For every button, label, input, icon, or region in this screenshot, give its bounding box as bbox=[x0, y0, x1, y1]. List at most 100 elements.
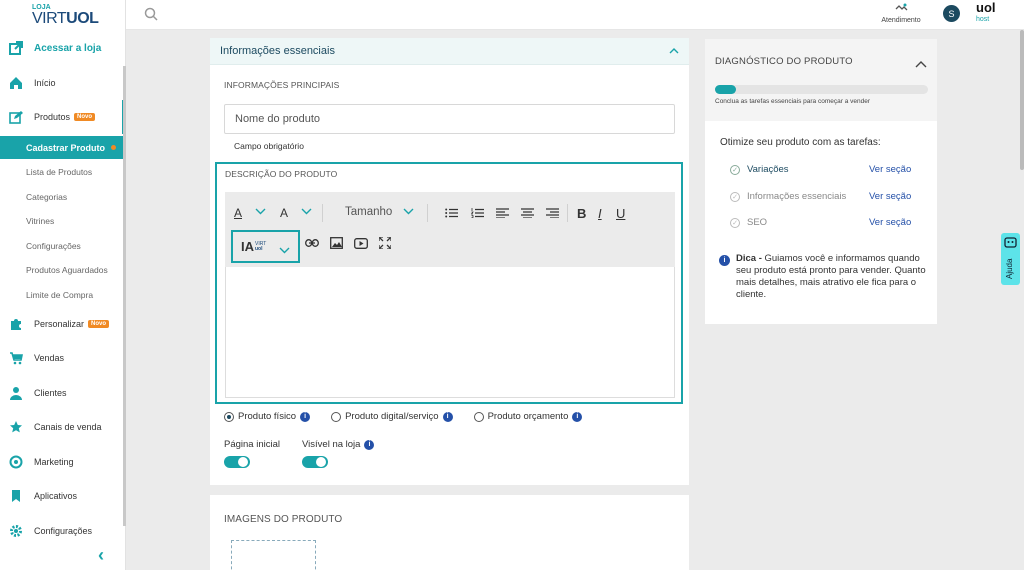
sub-item-label: Cadastrar Produto bbox=[26, 142, 106, 153]
product-images-card: IMAGENS DO PRODUTO bbox=[210, 495, 689, 570]
user-icon bbox=[8, 385, 24, 401]
edit-icon bbox=[8, 109, 24, 125]
description-text-area[interactable] bbox=[225, 267, 675, 398]
visible-store-toggle-label: Visível na loja i bbox=[302, 439, 375, 450]
diagnostic-progress-bar bbox=[715, 85, 928, 94]
homepage-toggle[interactable] bbox=[224, 456, 250, 468]
sidebar-item-vendas[interactable]: Vendas bbox=[0, 341, 125, 375]
sidebar-item-marketing[interactable]: Marketing bbox=[0, 445, 125, 479]
required-field-hint: Campo obrigatório bbox=[234, 141, 304, 151]
access-store-link[interactable]: Acessar a loja bbox=[0, 31, 125, 65]
view-section-link[interactable]: Ver seção bbox=[869, 191, 911, 202]
sidebar-item-aplicativos[interactable]: Aplicativos bbox=[0, 479, 125, 513]
italic-icon[interactable]: I bbox=[598, 206, 602, 221]
product-type-options: Produto físico i Produto digital/serviço i… bbox=[224, 411, 583, 422]
radio-icon bbox=[224, 411, 234, 422]
ai-assistant-button[interactable]: IA VIRT uol bbox=[231, 230, 300, 263]
video-icon[interactable] bbox=[354, 238, 368, 249]
ai-logo-icon: VIRT uol bbox=[255, 240, 267, 252]
sidebar-sub-limite-compra[interactable]: Limite de Compra bbox=[26, 290, 93, 300]
bookmark-icon bbox=[8, 488, 24, 504]
sidebar-scrollbar[interactable] bbox=[123, 66, 126, 526]
radio-quote-product[interactable]: Produto orçamento i bbox=[473, 411, 583, 422]
chevron-up-icon[interactable] bbox=[915, 57, 927, 71]
sidebar-sub-produtos-aguardados[interactable]: Produtos Aguardados bbox=[26, 265, 108, 275]
info-icon[interactable]: i bbox=[364, 439, 375, 450]
search-icon[interactable] bbox=[144, 7, 158, 24]
logo-brand: VIRTUOL bbox=[32, 10, 99, 27]
page-scrollbar[interactable] bbox=[1020, 30, 1024, 170]
sidebar-sub-cadastrar-produto[interactable]: Cadastrar Produto bbox=[0, 136, 125, 159]
background-color-button[interactable]: A bbox=[280, 206, 288, 220]
essential-info-header[interactable]: Informações essenciais bbox=[210, 38, 689, 65]
check-icon: ✓ bbox=[730, 217, 740, 228]
collapse-sidebar-button[interactable]: ‹ bbox=[98, 545, 114, 565]
link-icon[interactable] bbox=[305, 239, 319, 247]
ai-chevron-down-icon[interactable] bbox=[279, 243, 290, 257]
description-editor: DESCRIÇÃO DO PRODUTO A A Tamanho B I U I… bbox=[215, 162, 683, 404]
font-color-chevron-down-icon[interactable] bbox=[255, 208, 266, 215]
external-link-icon bbox=[8, 40, 24, 56]
sidebar-item-clientes[interactable]: Clientes bbox=[0, 376, 125, 410]
info-icon[interactable]: i bbox=[572, 411, 583, 422]
product-name-input[interactable]: Nome do produto bbox=[224, 104, 675, 134]
align-right-icon[interactable] bbox=[546, 208, 559, 218]
info-icon[interactable]: i bbox=[300, 411, 311, 422]
sidebar-item-canais[interactable]: Canais de venda bbox=[0, 410, 125, 444]
radio-icon bbox=[473, 411, 484, 422]
numbered-list-icon[interactable] bbox=[471, 208, 484, 218]
radio-physical-product[interactable]: Produto físico i bbox=[224, 411, 311, 422]
avatar[interactable]: S bbox=[943, 5, 960, 22]
new-badge: Novo bbox=[88, 320, 110, 328]
toolbar-divider bbox=[567, 204, 568, 222]
sidebar-sub-configuracoes[interactable]: Configurações bbox=[26, 241, 81, 251]
fullscreen-icon[interactable] bbox=[379, 237, 391, 249]
essential-info-card: Informações essenciais INFORMAÇÕES PRINC… bbox=[210, 38, 689, 485]
check-icon: ✓ bbox=[730, 164, 740, 175]
toolbar-divider bbox=[427, 204, 428, 222]
sidebar-item-label: Clientes bbox=[34, 388, 67, 398]
info-icon[interactable]: i bbox=[442, 411, 453, 422]
underline-icon[interactable]: U bbox=[616, 206, 625, 221]
sidebar-item-inicio[interactable]: Início bbox=[0, 66, 125, 100]
help-button[interactable]: Ajuda bbox=[1001, 233, 1020, 285]
editor-toolbar: A A Tamanho B I U IA VIRT uol bbox=[225, 192, 675, 267]
uol-host-menu[interactable]: uol host bbox=[976, 1, 996, 26]
image-icon[interactable] bbox=[330, 237, 343, 249]
align-left-icon[interactable] bbox=[496, 208, 509, 218]
description-label: DESCRIÇÃO DO PRODUTO bbox=[225, 169, 338, 179]
help-label: Ajuda bbox=[1005, 258, 1014, 279]
radio-digital-product[interactable]: Produto digital/serviço i bbox=[331, 411, 453, 422]
align-center-icon[interactable] bbox=[521, 208, 534, 218]
help-robot-icon bbox=[1004, 236, 1017, 250]
sidebar-item-produtos[interactable]: Produtos Novo bbox=[0, 100, 125, 134]
bold-icon[interactable]: B bbox=[577, 206, 586, 221]
chevron-up-icon[interactable] bbox=[669, 46, 679, 58]
sidebar-item-label: Canais de venda bbox=[34, 422, 102, 432]
access-store-label: Acessar a loja bbox=[34, 42, 102, 54]
view-section-link[interactable]: Ver seção bbox=[869, 164, 911, 175]
radio-icon bbox=[331, 411, 342, 422]
bg-color-chevron-down-icon[interactable] bbox=[301, 208, 312, 215]
visible-store-toggle[interactable] bbox=[302, 456, 328, 468]
sidebar-item-label: Marketing bbox=[34, 457, 74, 467]
sidebar-item-label: Vendas bbox=[34, 353, 65, 363]
gear-icon bbox=[8, 523, 24, 539]
font-size-chevron-down-icon[interactable] bbox=[403, 208, 414, 215]
sidebar-sub-lista-produtos[interactable]: Lista de Produtos bbox=[26, 167, 92, 177]
product-images-title: IMAGENS DO PRODUTO bbox=[224, 514, 343, 525]
font-size-select[interactable]: Tamanho bbox=[345, 206, 392, 218]
view-section-link[interactable]: Ver seção bbox=[869, 217, 911, 228]
sidebar-sub-vitrines[interactable]: Vitrines bbox=[26, 216, 54, 226]
ai-label: IA bbox=[241, 239, 254, 254]
support-label: Atendimento bbox=[881, 17, 921, 24]
sidebar-item-personalizar[interactable]: Personalizar Novo bbox=[0, 307, 125, 341]
task-seo: ✓ SEO Ver seção bbox=[730, 217, 911, 228]
font-color-button[interactable]: A bbox=[234, 206, 242, 220]
sidebar-item-configuracoes[interactable]: Configurações bbox=[0, 514, 125, 548]
bullet-list-icon[interactable] bbox=[445, 208, 458, 218]
sidebar-sub-categorias[interactable]: Categorias bbox=[26, 192, 67, 202]
image-upload-dropzone[interactable] bbox=[231, 540, 316, 570]
host-label: host bbox=[976, 16, 990, 23]
support-button[interactable]: Atendimento bbox=[876, 3, 926, 24]
